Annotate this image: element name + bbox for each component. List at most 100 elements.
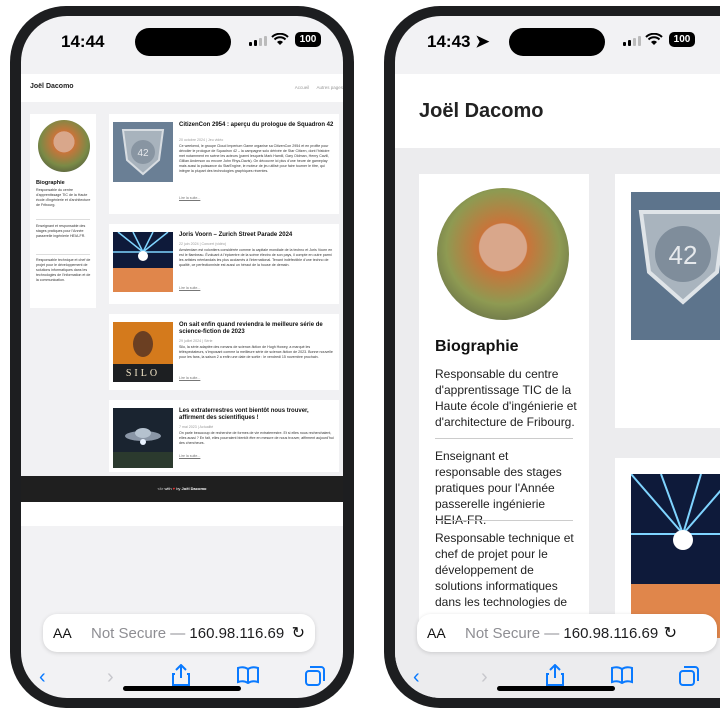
back-icon[interactable]: ‹ [39,666,46,689]
post-excerpt: Silo, la série adaptée des romans de sci… [179,345,333,359]
silo-thumbnail[interactable]: SILO [113,322,173,382]
url-field[interactable]: Not Secure — 160.98.116.69 [91,625,284,642]
divider [36,254,90,255]
signal-icon [249,36,267,46]
site-header: Joël Dacomo [395,74,720,148]
svg-text:42: 42 [137,148,149,159]
site-footer: </> with ♥ by Joël Dacomo [21,476,343,502]
sidebar: Biographie Responsable du centre d'appre… [419,174,589,634]
post-title[interactable]: CitizenCon 2954 : aperçu du prologue de … [179,122,335,129]
forward-icon[interactable]: › [481,666,488,689]
site-header: Joël Dacomo Accueil Autres pages [21,74,343,102]
site-nav: Accueil Autres pages [289,85,343,90]
post-category[interactable]: Jeu vidéo [208,138,223,142]
post-date: 7 mai 2023 [179,425,197,429]
svg-text:SILO: SILO [126,368,160,379]
post-card[interactable]: SILO On sait enfin quand reviendra le me… [109,314,339,390]
share-icon[interactable] [171,664,191,686]
post-card[interactable]: 42 [615,174,720,428]
post-card[interactable]: 42 CitizenCon 2954 : aperçu du prologue … [109,114,339,214]
bio-paragraph: Enseignant et responsable des stages pra… [36,224,86,238]
post-meta: 20 octobre 2024 | Jeu vidéo [179,138,224,142]
web-page: Joël Dacomo Accueil Autres pages Biograp… [21,74,343,526]
read-more-link[interactable]: Lire la suite... [179,286,200,290]
divider [36,219,90,220]
reload-icon[interactable]: ↻ [664,623,677,643]
nav-other-pages[interactable]: Autres pages [316,85,343,90]
dynamic-island [135,28,231,56]
post-meta: 29 juillet 2024 | Série [179,339,213,343]
post-meta: 7 mai 2023 | Actualité [179,425,214,429]
footer-by: by [176,486,181,491]
address-bar[interactable]: AA Not Secure — 160.98.116.69 ↻ [417,614,717,652]
post-excerpt: On parle beaucoup de recherche de formes… [179,431,334,445]
post-excerpt: Amsterdam est volontiers considérée comm… [179,248,333,267]
bookmarks-icon[interactable] [611,666,633,684]
post-title[interactable]: Joris Voorn – Zurich Street Parade 2024 [179,232,335,239]
footer-code-text: </> with [157,486,172,491]
signal-icon [623,36,641,46]
post-category[interactable]: Actualité [200,425,214,429]
location-arrow-icon: ➤ [475,32,490,51]
post-title[interactable]: Les extraterrestres vont bientôt nous tr… [179,408,335,422]
bio-paragraph: Responsable du centre d'apprentissage TI… [36,188,91,207]
screen-right: 14:43 ➤ 100 Joël Dacomo Biographie Respo… [395,16,720,698]
post-category[interactable]: Concert (vidéo) [202,242,227,246]
url-field[interactable]: Not Secure — 160.98.116.69 [465,625,658,642]
read-more-link[interactable]: Lire la suite... [179,196,200,200]
dynamic-island [509,28,605,56]
read-more-link[interactable]: Lire la suite... [179,454,200,458]
svg-text:42: 42 [669,240,698,270]
bookmarks-icon[interactable] [237,666,259,684]
status-time: 14:44 [61,32,105,51]
post-card[interactable] [615,458,720,638]
reload-icon[interactable]: ↻ [292,623,305,643]
concert-thumbnail[interactable] [113,232,173,292]
post-title[interactable]: On sait enfin quand reviendra le meilleu… [179,322,335,336]
site-title[interactable]: Joël Dacomo [419,100,543,123]
phone-left: 14:44 100 Joël Dacomo Accueil Autres pag… [10,6,354,708]
post-date: 22 juin 2024 [179,242,199,246]
heart-icon: ♥ [172,486,176,491]
bio-heading: Biographie [36,180,65,186]
battery-icon: 100 [295,32,321,47]
squadron42-thumbnail[interactable]: 42 [113,122,173,182]
tabs-icon[interactable] [679,666,699,686]
phone-right: 14:43 ➤ 100 Joël Dacomo Biographie Respo… [384,6,720,708]
post-date: 29 juillet 2024 [179,339,202,343]
bio-paragraph: Enseignant et responsable des stages pra… [435,449,562,527]
read-more-link[interactable]: Lire la suite... [179,376,200,380]
site-title[interactable]: Joël Dacomo [30,83,74,90]
bio-paragraph: Responsable technique et chef de projet … [435,531,574,609]
address-bar[interactable]: AA Not Secure — 160.98.116.69 ↻ [43,614,315,652]
post-card[interactable]: Les extraterrestres vont bientôt nous tr… [109,400,339,472]
home-indicator [497,686,615,691]
bio-heading: Biographie [435,338,519,355]
web-page: Joël Dacomo Biographie Responsable du ce… [395,74,720,698]
share-icon[interactable] [545,664,565,686]
battery-icon: 100 [669,32,695,47]
avatar [437,188,569,320]
avatar [38,120,90,172]
forward-icon[interactable]: › [107,666,114,689]
reader-settings-button[interactable]: AA [427,625,446,641]
post-excerpt: Ce weekend, le groupe Cloud Imperium Gam… [179,144,330,173]
squadron42-thumbnail[interactable]: 42 [631,192,720,340]
post-meta: 22 juin 2024 | Concert (vidéo) [179,242,227,246]
home-indicator [123,686,241,691]
ufo-thumbnail[interactable] [113,408,173,468]
wifi-icon [645,33,663,45]
nav-home[interactable]: Accueil [295,85,310,90]
footer-author[interactable]: Joël Dacomo [182,486,207,491]
tabs-icon[interactable] [305,666,325,686]
post-category[interactable]: Série [204,339,212,343]
wifi-icon [271,33,289,45]
sidebar: Biographie Responsable du centre d'appre… [30,114,96,308]
divider [435,438,573,439]
bio-paragraph: Responsable du centre d'apprentissage TI… [435,367,577,429]
divider [435,520,573,521]
post-card[interactable]: Joris Voorn – Zurich Street Parade 2024 … [109,224,339,304]
reader-settings-button[interactable]: AA [53,625,72,641]
screen-left: 14:44 100 Joël Dacomo Accueil Autres pag… [21,16,343,698]
back-icon[interactable]: ‹ [413,666,420,689]
